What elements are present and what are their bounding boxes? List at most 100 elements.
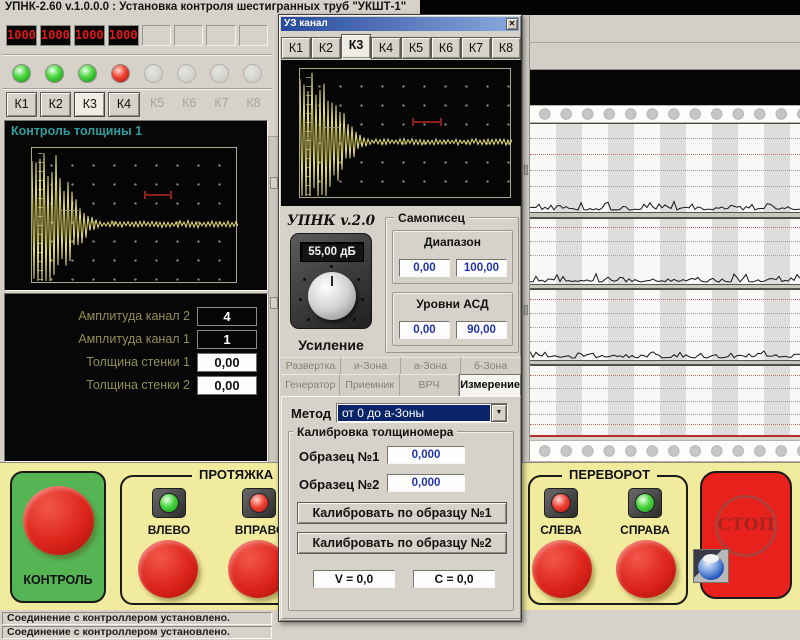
sprava-label: СПРАВА xyxy=(612,523,678,537)
tab-k8[interactable]: К8 xyxy=(491,37,521,59)
channel-button-k2[interactable]: К2 xyxy=(40,92,71,117)
dotted-line xyxy=(530,327,800,328)
readout-row: Амплитуда канал 2 4 xyxy=(5,306,269,326)
channel-led-2 xyxy=(45,64,64,83)
chart-perforation-band xyxy=(530,105,800,123)
kontrol-plate: КОНТРОЛЬ xyxy=(10,471,106,603)
chevron-down-icon[interactable]: ▼ xyxy=(491,404,507,422)
calibrate-sample2-button[interactable]: Калибровать по образцу №2 xyxy=(297,532,507,554)
black-band xyxy=(530,70,800,105)
sample2-label: Образец №2 xyxy=(299,477,379,492)
tab-k7[interactable]: К7 xyxy=(461,37,491,59)
scope-title: Контроль толщины 1 xyxy=(11,124,142,138)
zone-tab-row: Развертка и-Зона а-Зона б-Зона xyxy=(281,357,521,374)
dialog-a-scan-plot xyxy=(299,68,511,198)
range-subgroup: Диапазон 0,00 100,00 xyxy=(392,230,513,284)
method-selected-value: от 0 до а-Зоны xyxy=(338,405,490,421)
sprava-button[interactable] xyxy=(616,540,676,598)
top-black-band xyxy=(522,0,800,15)
dotted-line xyxy=(530,138,800,139)
dotted-line xyxy=(530,341,800,342)
range-max-field[interactable]: 100,00 xyxy=(456,259,507,277)
readout-label: Толщина стенки 2 xyxy=(5,378,197,392)
vertical-splitter[interactable] xyxy=(522,15,530,462)
readout-row: Толщина стенки 2 0,00 xyxy=(5,375,269,395)
dialog-titlebar[interactable]: УЗ канал ✕ xyxy=(281,17,519,31)
channel-button-k7: К7 xyxy=(207,92,236,117)
tab-k4[interactable]: К4 xyxy=(371,37,401,59)
sprava-led-box xyxy=(628,488,662,518)
tab-k2[interactable]: К2 xyxy=(311,37,341,59)
channel-led-7 xyxy=(210,64,229,83)
vlevo-led xyxy=(159,493,179,513)
gate-marker[interactable] xyxy=(412,121,442,123)
dotted-line xyxy=(530,414,800,415)
close-icon[interactable]: ✕ xyxy=(506,18,518,30)
tab-k3[interactable]: К3 xyxy=(341,34,371,59)
splitter-grip[interactable] xyxy=(524,165,528,175)
channel-button-row: К1 К2 К3 К4 К5 К6 К7 К8 xyxy=(6,92,268,117)
chart-perforation-band xyxy=(530,440,800,462)
scrollbar-thumb[interactable] xyxy=(270,177,278,189)
kontrol-button[interactable] xyxy=(23,486,94,555)
counter-display: 1000 xyxy=(108,25,139,46)
tab-generator[interactable]: Генератор xyxy=(281,374,340,396)
a-scan-plot xyxy=(31,147,237,283)
knob-tick xyxy=(330,265,333,268)
readout-value: 1 xyxy=(197,330,257,349)
counter-display: 1000 xyxy=(6,25,37,46)
calibration-title: Калибровка толщиномера xyxy=(293,425,457,439)
tab-k6[interactable]: К6 xyxy=(431,37,461,59)
perevorot-title: ПЕРЕВОРОТ xyxy=(562,467,657,482)
stop-label: СТОП xyxy=(702,515,790,535)
channel-button-k1[interactable]: К1 xyxy=(6,92,37,117)
range-min-field[interactable]: 0,00 xyxy=(399,259,450,277)
dotted-line xyxy=(530,241,800,242)
right-toolbar-area xyxy=(530,15,800,70)
dotted-line xyxy=(530,313,800,314)
gain-value-display: 55,00 дБ xyxy=(300,242,364,262)
recorder-title: Самописец xyxy=(394,211,469,225)
gain-block: УПНК v.2.0 55,00 дБ Усиление xyxy=(283,211,379,353)
divider xyxy=(530,42,800,43)
waveform xyxy=(32,148,238,284)
tab-priemnik[interactable]: Приемник xyxy=(340,374,399,396)
gain-knob[interactable] xyxy=(308,272,356,320)
readout-label: Амплитуда канал 2 xyxy=(5,309,197,323)
gate-marker[interactable] xyxy=(144,194,172,196)
splitter-grip[interactable] xyxy=(524,305,528,315)
readout-row: Амплитуда канал 1 1 xyxy=(5,329,269,349)
vlevo-button[interactable] xyxy=(138,540,198,598)
channel-button-k3[interactable]: К3 xyxy=(74,92,105,117)
asd-title: Уровни АСД xyxy=(393,297,512,311)
readout-label: Амплитуда канал 1 xyxy=(5,332,197,346)
sample2-field[interactable]: 0,000 xyxy=(387,474,465,492)
asd-max-field[interactable]: 90,00 xyxy=(456,321,507,339)
tab-razvertka[interactable]: Развертка xyxy=(281,357,341,374)
method-combobox[interactable]: от 0 до а-Зоны ▼ xyxy=(336,403,508,423)
tab-izmerenie[interactable]: Измерение xyxy=(459,374,521,396)
sleva-button[interactable] xyxy=(532,540,592,598)
tab-b-zona[interactable]: б-Зона xyxy=(461,357,521,374)
asd-min-field[interactable]: 0,00 xyxy=(399,321,450,339)
red-dotted-line xyxy=(530,299,800,300)
channel-button-k4[interactable]: К4 xyxy=(108,92,139,117)
scrollbar-thumb[interactable] xyxy=(270,297,278,309)
perevorot-group: ПЕРЕВОРОТ СЛЕВА СПРАВА xyxy=(528,475,688,605)
gate-marker-small xyxy=(324,127,340,128)
recorder-group: Самописец Диапазон 0,00 100,00 Уровни АС… xyxy=(385,217,519,353)
tab-vrch[interactable]: ВРЧ xyxy=(400,374,459,396)
tab-i-zona[interactable]: и-Зона xyxy=(341,357,401,374)
tab-a-zona[interactable]: а-Зона xyxy=(401,357,461,374)
tab-k1[interactable]: К1 xyxy=(281,37,311,59)
knob-tick xyxy=(299,298,302,301)
red-dotted-line xyxy=(530,424,800,425)
stop-plate[interactable]: СТОП xyxy=(700,471,792,599)
readout-value: 0,00 xyxy=(197,353,257,372)
tab-k5[interactable]: К5 xyxy=(401,37,431,59)
knob-tick xyxy=(357,278,360,281)
calibrate-sample1-button[interactable]: Калибровать по образцу №1 xyxy=(297,502,507,524)
counter-row: 1000 1000 1000 1000 xyxy=(6,25,268,46)
sample1-field[interactable]: 0,000 xyxy=(387,446,465,464)
divider xyxy=(2,88,272,90)
